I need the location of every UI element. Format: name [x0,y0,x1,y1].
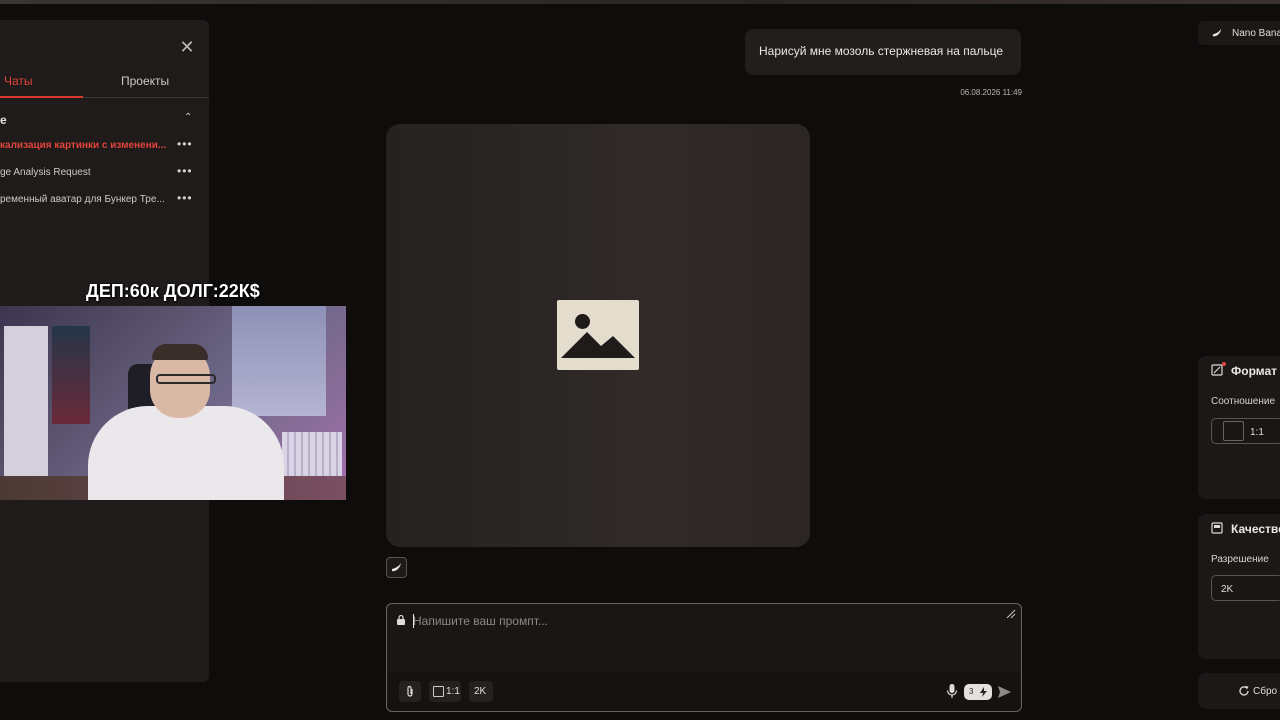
message-timestamp: 06.08.2026 11:49 [960,88,1022,97]
image-icon-mountains [561,332,635,358]
quality-icon [1211,522,1223,534]
aspect-ratio-button[interactable]: 1:1 [429,681,461,702]
send-icon[interactable] [996,684,1012,700]
sidebar-chat-item[interactable]: кализация картинки с изменени... ••• [0,137,200,156]
lightning-icon [980,687,987,697]
attach-button[interactable] [399,681,421,702]
quality-title: Качество [1231,522,1280,536]
prompt-box: 1:1 2K 3 [386,603,1022,712]
webcam-door [4,326,48,496]
notification-dot [1222,362,1226,366]
credits-badge: 3 [964,684,992,700]
webcam-feed [0,306,346,500]
microphone-icon[interactable] [946,683,958,699]
quality-label: 2K [474,686,487,697]
text-caret [413,614,414,628]
lock-icon[interactable] [396,614,406,625]
chat-item-label: кализация картинки с изменени... [0,140,167,151]
webcam-person-hair [152,344,208,360]
sidebar-section-title: е [0,113,7,127]
user-message-text: Нарисуй мне мозоль стержневая на пальце [759,44,1004,58]
more-options-icon[interactable]: ••• [177,137,193,151]
chat-item-label: ременный аватар для Бункер Тре... [0,194,165,205]
square-icon [1223,421,1244,441]
resize-icon[interactable] [1005,608,1017,620]
model-selector[interactable]: Nano Bana [1198,21,1280,45]
active-tab-indicator [0,96,83,98]
credits-count: 3 [969,687,974,696]
sidebar-chat-item[interactable]: ременный аватар для Бункер Тре... ••• [0,191,200,210]
close-icon[interactable]: ✕ [179,38,195,56]
format-title: Формат [1231,364,1278,378]
reset-button[interactable]: Сбро [1198,673,1280,709]
reset-label: Сбро [1253,686,1278,697]
banana-icon [392,563,401,572]
model-badge[interactable] [386,557,407,578]
user-message-bubble: Нарисуй мне мозоль стержневая на пальце [745,29,1021,75]
aspect-ratio-select[interactable]: 1:1 [1211,418,1280,444]
aspect-label: Соотношение [1211,396,1276,407]
webcam-window [232,306,326,416]
resolution-value: 2K [1221,584,1234,595]
chevron-up-icon[interactable]: ⌃ [184,112,192,123]
model-name: Nano Bana [1232,28,1280,39]
tab-projects[interactable]: Проекты [121,74,169,88]
image-icon [557,300,639,370]
reset-icon [1239,686,1249,696]
top-bar [0,0,1280,4]
webcam-person-body [88,406,284,500]
tab-chats[interactable]: Чаты [4,74,33,88]
more-options-icon[interactable]: ••• [177,191,193,205]
webcam-poster [52,326,90,424]
chat-item-label: ge Analysis Request [0,167,91,178]
format-card: Формат Соотношение 1:1 [1198,356,1280,499]
more-options-icon[interactable]: ••• [177,164,193,178]
banana-icon [1212,28,1222,37]
aspect-value: 1:1 [1250,427,1264,438]
sidebar-chat-item[interactable]: ge Analysis Request ••• [0,164,200,183]
aspect-ratio-label: 1:1 [446,686,460,697]
resolution-select[interactable]: 2K [1211,575,1280,601]
format-icon [1211,364,1223,376]
quality-button[interactable]: 2K [469,681,493,702]
paperclip-icon [407,685,413,697]
webcam-person-glasses [156,374,216,384]
stream-overlay-text: ДЕП:60к ДОЛГ:22К$ [86,281,260,301]
prompt-input[interactable] [413,612,973,630]
resolution-label: Разрешение [1211,554,1269,565]
sidebar-tabs: Чаты Проекты [0,74,209,98]
quality-card: Качество Разрешение 2K [1198,514,1280,659]
square-icon [433,686,444,697]
